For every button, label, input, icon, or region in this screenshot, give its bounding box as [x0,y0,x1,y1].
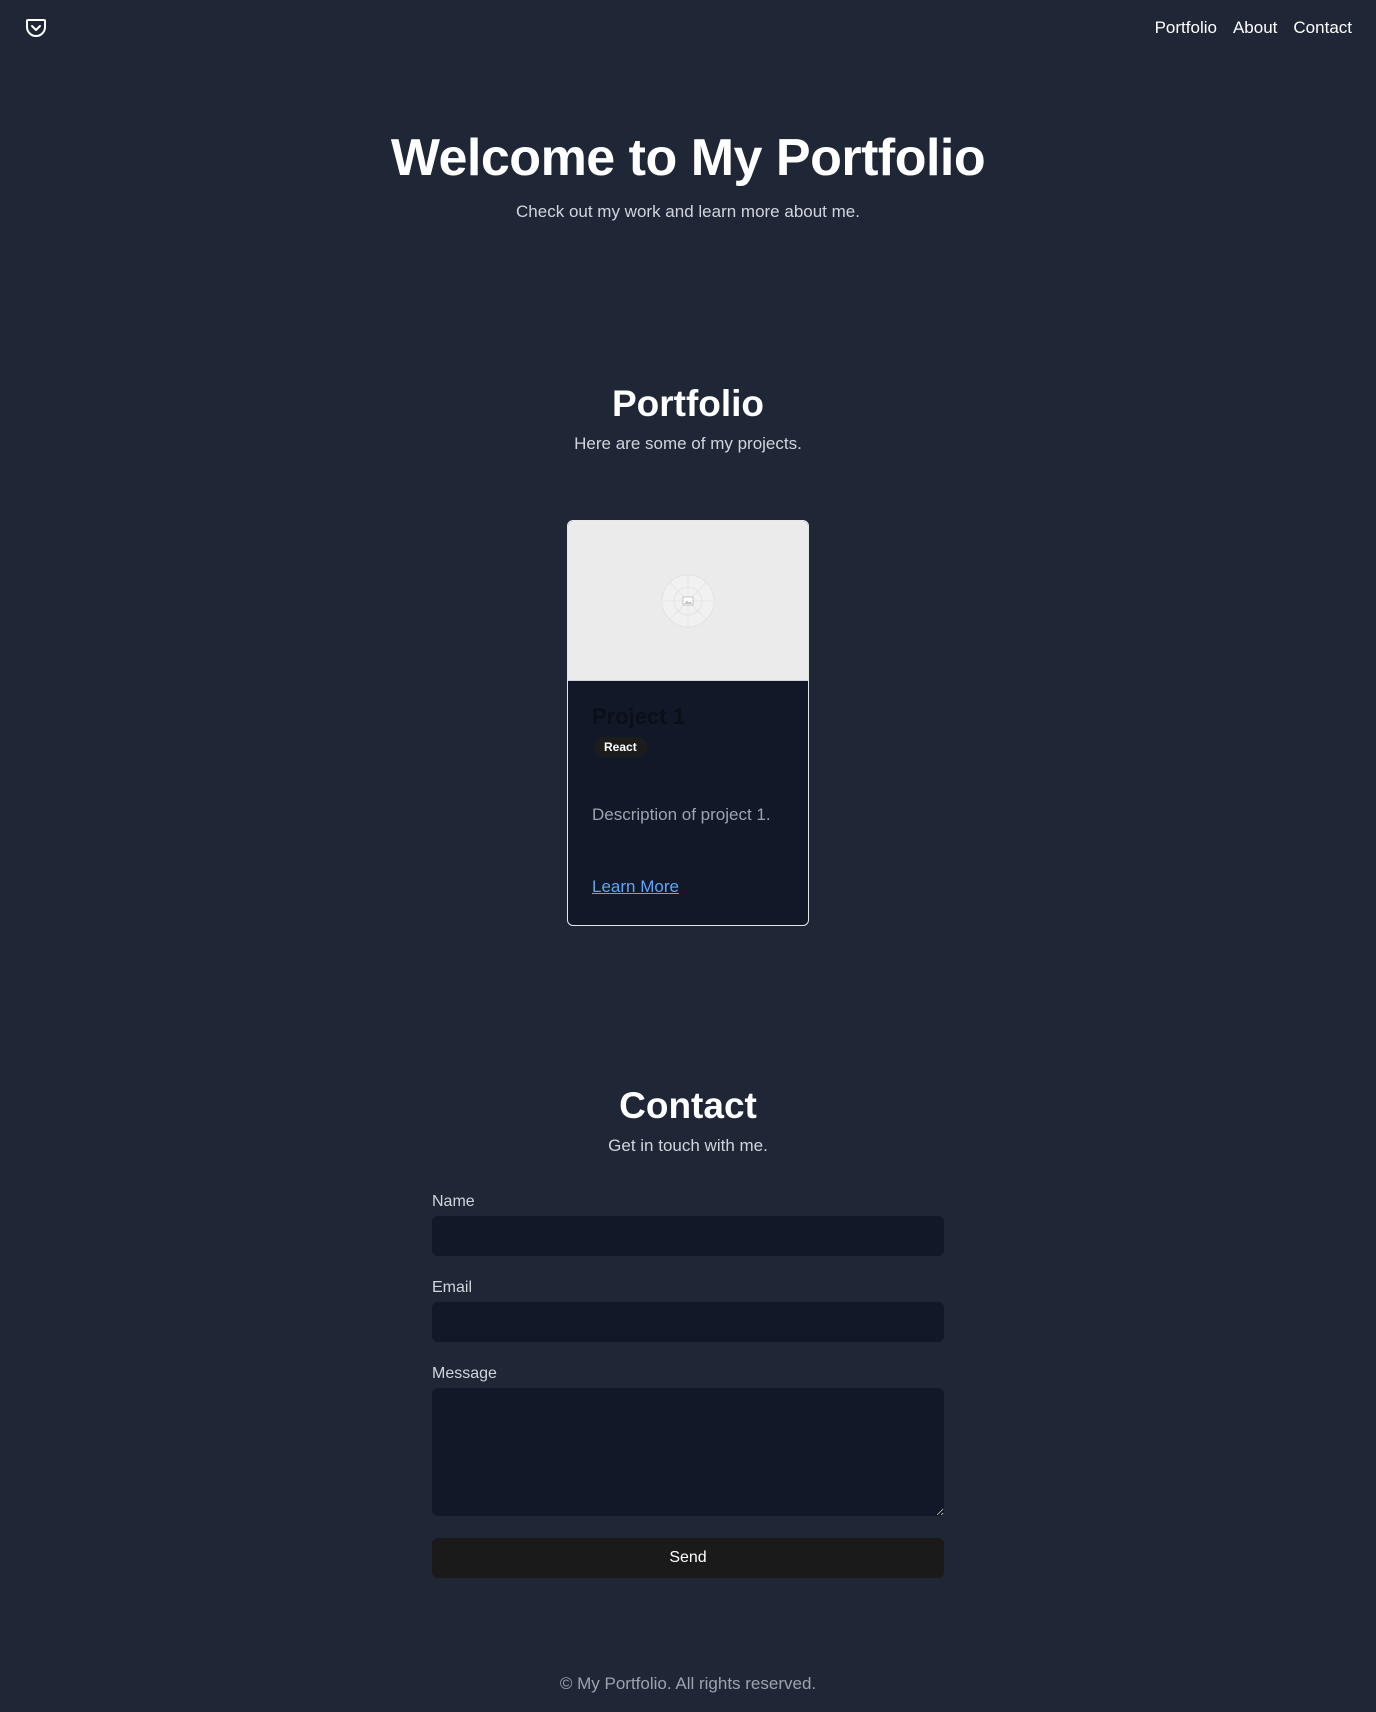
portfolio-subtitle: Here are some of my projects. [574,434,802,453]
site-header: Portfolio About Contact [0,0,1376,56]
page: Portfolio About Contact Welcome to My Po… [0,0,1376,1712]
email-label: Email [432,1279,473,1296]
pocket-icon[interactable] [24,16,48,40]
nav-link-contact[interactable]: Contact [1293,16,1352,40]
email-field[interactable] [432,1302,944,1342]
contact-title: Contact [619,1085,757,1126]
project-card: Project 1 React Description of project 1… [567,520,809,926]
project-title: Project 1 [592,704,685,729]
nav-link-about[interactable]: About [1233,16,1277,40]
message-label: Message [432,1365,497,1382]
footer-copyright: © My Portfolio. All rights reserved. [559,1674,817,1693]
project-image [568,521,808,681]
image-placeholder-icon [661,574,715,628]
name-label: Name [432,1193,475,1210]
tech-badge: React [594,737,647,757]
portfolio-title: Portfolio [611,383,765,424]
name-field[interactable] [432,1216,944,1256]
send-button[interactable]: Send [432,1538,944,1578]
message-field[interactable] [432,1388,944,1516]
project-description: Description of project 1. [592,805,771,824]
contact-subtitle: Get in touch with me. [608,1136,768,1155]
hero-subtitle: Check out my work and learn more about m… [516,202,860,221]
contact-form: Name Email Message Send [432,1190,944,1578]
main-nav: Portfolio About Contact [1155,16,1352,40]
hero-title: Welcome to My Portfolio [390,129,986,187]
nav-link-portfolio[interactable]: Portfolio [1155,16,1217,40]
learn-more-link[interactable]: Learn More [592,875,679,899]
